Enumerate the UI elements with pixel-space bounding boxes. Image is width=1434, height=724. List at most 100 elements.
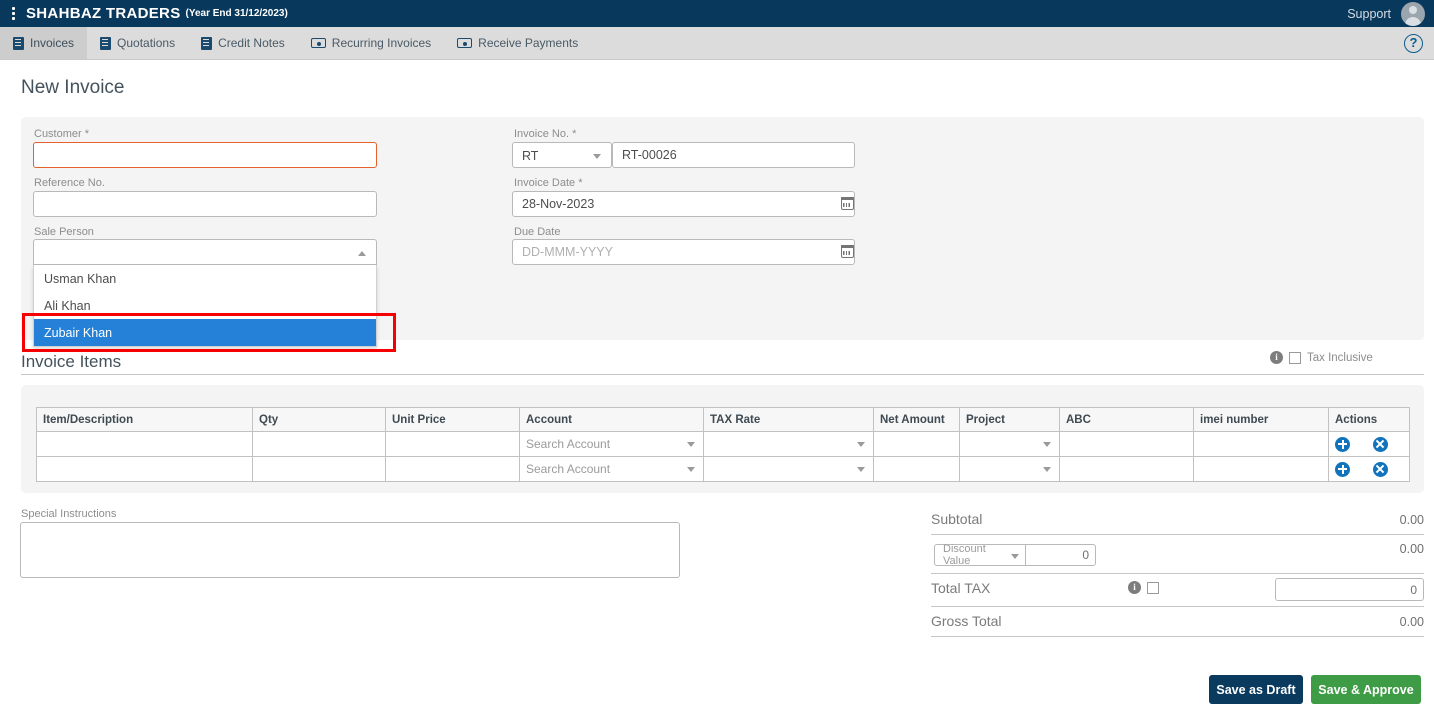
sale-person-dropdown-list: Usman Khan Ali Khan Zubair Khan xyxy=(33,265,377,347)
cell-item[interactable] xyxy=(36,431,253,457)
cash-note-icon xyxy=(457,38,473,48)
invoice-items-table: Item/Description Qty Unit Price Account … xyxy=(36,407,1410,482)
tax-inclusive-checkbox[interactable] xyxy=(1289,351,1301,364)
column-header-net-amount: Net Amount xyxy=(873,407,960,432)
tax-inclusive-group: i Tax Inclusive xyxy=(1270,351,1373,364)
reference-no-label: Reference No. xyxy=(34,177,105,189)
column-header-project: Project xyxy=(959,407,1060,432)
table-header-row: Item/Description Qty Unit Price Account … xyxy=(36,407,1410,432)
column-header-unit-price: Unit Price xyxy=(385,407,520,432)
cell-unit-price[interactable] xyxy=(385,431,520,457)
subtotal-label: Subtotal xyxy=(931,511,983,527)
info-icon[interactable]: i xyxy=(1128,581,1141,594)
cell-imei[interactable] xyxy=(1193,431,1329,457)
top-bar-right: Support xyxy=(1347,1,1434,26)
chevron-down-icon xyxy=(1011,554,1019,559)
sale-person-select[interactable] xyxy=(33,239,377,265)
total-tax-label: Total TAX xyxy=(931,580,991,596)
top-bar: SHAHBAZ TRADERS (Year End 31/12/2023) Su… xyxy=(0,0,1434,27)
tab-bar: Invoices Quotations Credit Notes Recurri… xyxy=(0,27,1434,60)
column-header-actions: Actions xyxy=(1328,407,1410,432)
cell-tax-rate-select[interactable] xyxy=(703,431,874,457)
column-header-tax-rate: TAX Rate xyxy=(703,407,874,432)
support-link[interactable]: Support xyxy=(1347,7,1391,21)
delete-row-button[interactable] xyxy=(1372,436,1388,452)
cell-qty[interactable] xyxy=(252,431,386,457)
tab-invoices[interactable]: Invoices xyxy=(0,27,88,59)
tab-receive-payments[interactable]: Receive Payments xyxy=(444,27,591,59)
discount-value-input[interactable] xyxy=(1026,544,1096,566)
cell-abc[interactable] xyxy=(1059,456,1194,482)
cell-project-select[interactable] xyxy=(959,456,1060,482)
tab-label: Quotations xyxy=(117,36,176,50)
tax-inclusive-label: Tax Inclusive xyxy=(1307,351,1373,364)
due-date-label: Due Date xyxy=(514,226,561,238)
user-avatar-icon[interactable] xyxy=(1401,1,1425,26)
invoice-prefix-value: RT xyxy=(522,149,539,163)
discount-type-select[interactable]: Discount Value xyxy=(934,543,1026,567)
account-placeholder: Search Account xyxy=(526,437,611,451)
cell-account-select[interactable]: Search Account xyxy=(519,431,704,457)
tab-label: Receive Payments xyxy=(478,36,579,50)
cell-item[interactable] xyxy=(36,456,253,482)
chevron-down-icon xyxy=(857,442,865,447)
column-header-qty: Qty xyxy=(252,407,386,432)
reference-no-input[interactable] xyxy=(33,191,377,217)
document-icon xyxy=(201,36,213,50)
cell-net-amount[interactable] xyxy=(873,431,960,457)
save-and-approve-button[interactable]: Save & Approve xyxy=(1311,675,1421,704)
invoice-date-label: Invoice Date * xyxy=(514,177,583,189)
table-row: Search Account xyxy=(36,456,1410,482)
column-header-abc: ABC xyxy=(1059,407,1194,432)
cell-abc[interactable] xyxy=(1059,431,1194,457)
customer-label: Customer * xyxy=(34,128,90,140)
invoice-prefix-select[interactable]: RT xyxy=(512,142,612,168)
cell-actions xyxy=(1328,431,1410,457)
save-as-draft-button[interactable]: Save as Draft xyxy=(1209,675,1303,704)
delete-row-button[interactable] xyxy=(1372,461,1388,477)
add-row-button[interactable] xyxy=(1335,436,1350,452)
tab-quotations[interactable]: Quotations xyxy=(87,27,188,59)
cell-account-select[interactable]: Search Account xyxy=(519,456,704,482)
column-header-imei: imei number xyxy=(1193,407,1329,432)
page-title: New Invoice xyxy=(21,77,125,98)
chevron-down-icon xyxy=(687,442,695,447)
tab-recurring-invoices[interactable]: Recurring Invoices xyxy=(298,27,444,59)
gross-total-value: 0.00 xyxy=(1399,615,1424,629)
sale-person-option[interactable]: Ali Khan xyxy=(34,292,376,319)
info-icon[interactable]: i xyxy=(1270,351,1283,364)
discount-amount-value: 0.00 xyxy=(1399,542,1424,556)
cell-actions xyxy=(1328,456,1410,482)
sale-person-option-highlighted[interactable]: Zubair Khan xyxy=(34,319,376,346)
add-row-button[interactable] xyxy=(1335,461,1350,477)
company-name: SHAHBAZ TRADERS xyxy=(26,5,181,22)
sale-person-label: Sale Person xyxy=(34,226,94,238)
tab-credit-notes[interactable]: Credit Notes xyxy=(188,27,298,59)
sale-person-option[interactable]: Usman Khan xyxy=(34,265,376,292)
due-date-input[interactable] xyxy=(512,239,855,265)
invoice-date-input[interactable] xyxy=(512,191,855,217)
cell-net-amount[interactable] xyxy=(873,456,960,482)
invoice-no-input[interactable] xyxy=(612,142,855,168)
chevron-down-icon xyxy=(1043,467,1051,472)
cell-qty[interactable] xyxy=(252,456,386,482)
column-header-item: Item/Description xyxy=(36,407,253,432)
customer-input[interactable] xyxy=(33,142,377,168)
chevron-down-icon xyxy=(687,467,695,472)
divider xyxy=(931,534,1424,535)
cell-imei[interactable] xyxy=(1193,456,1329,482)
cell-project-select[interactable] xyxy=(959,431,1060,457)
cell-tax-rate-select[interactable] xyxy=(703,456,874,482)
special-instructions-textarea[interactable] xyxy=(20,522,680,578)
chevron-down-icon xyxy=(857,467,865,472)
tab-label: Recurring Invoices xyxy=(331,36,432,50)
divider xyxy=(931,606,1424,607)
question-mark-help-icon[interactable]: ? xyxy=(1404,33,1423,53)
account-placeholder: Search Account xyxy=(526,462,611,476)
kebab-menu-icon[interactable] xyxy=(0,0,26,27)
cell-unit-price[interactable] xyxy=(385,456,520,482)
total-tax-input[interactable] xyxy=(1275,578,1424,601)
document-icon xyxy=(13,36,24,50)
total-tax-checkbox[interactable] xyxy=(1147,581,1159,594)
fiscal-year-end: (Year End 31/12/2023) xyxy=(185,8,288,19)
